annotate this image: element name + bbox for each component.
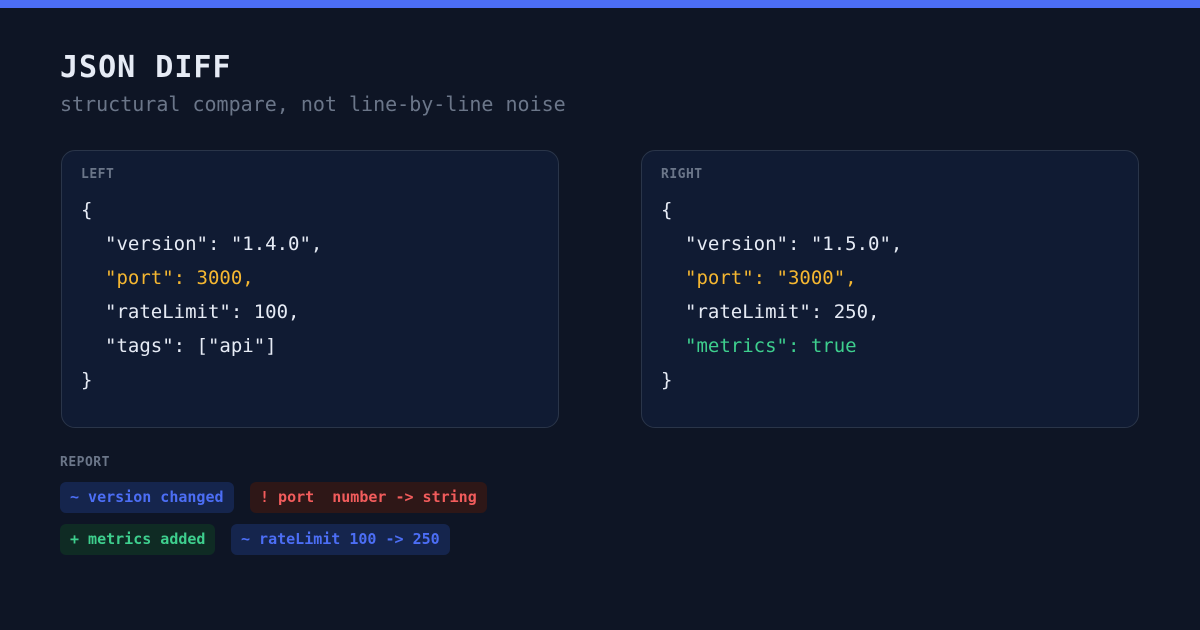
report-label: REPORT (60, 455, 110, 470)
badge-ratelimit-changed: ~ rateLimit 100 -> 250 (231, 524, 450, 555)
code-line: "rateLimit": 250, (685, 301, 880, 323)
code-line: "rateLimit": 100, (105, 301, 300, 323)
code-line: } (81, 369, 93, 391)
badge-metrics-added: + metrics added (60, 524, 216, 555)
code-line-added: "metrics": true (685, 335, 857, 357)
badge-port-type-error: ! port number -> string (250, 482, 487, 513)
right-code-block: { "version": "1.5.0", "port": "3000", "r… (661, 193, 902, 397)
code-line: { (661, 199, 673, 221)
right-json-panel: RIGHT { "version": "1.5.0", "port": "300… (641, 150, 1139, 428)
right-panel-label: RIGHT (661, 167, 703, 182)
code-line: } (661, 369, 673, 391)
page-title: JSON DIFF (60, 50, 232, 85)
code-line-changed: "port": 3000, (105, 267, 254, 289)
badge-version-changed: ~ version changed (60, 482, 234, 513)
accent-bar (0, 0, 1200, 8)
code-line: "tags": ["api"] (105, 335, 277, 357)
code-line: "version": "1.5.0", (685, 233, 903, 255)
left-code-block: { "version": "1.4.0", "port": 3000, "rat… (81, 193, 322, 397)
code-line: "version": "1.4.0", (105, 233, 323, 255)
code-line-changed: "port": "3000", (685, 267, 857, 289)
page-subtitle: structural compare, not line-by-line noi… (60, 92, 566, 116)
code-line: { (81, 199, 93, 221)
left-panel-label: LEFT (81, 167, 115, 182)
left-json-panel: LEFT { "version": "1.4.0", "port": 3000,… (61, 150, 559, 428)
